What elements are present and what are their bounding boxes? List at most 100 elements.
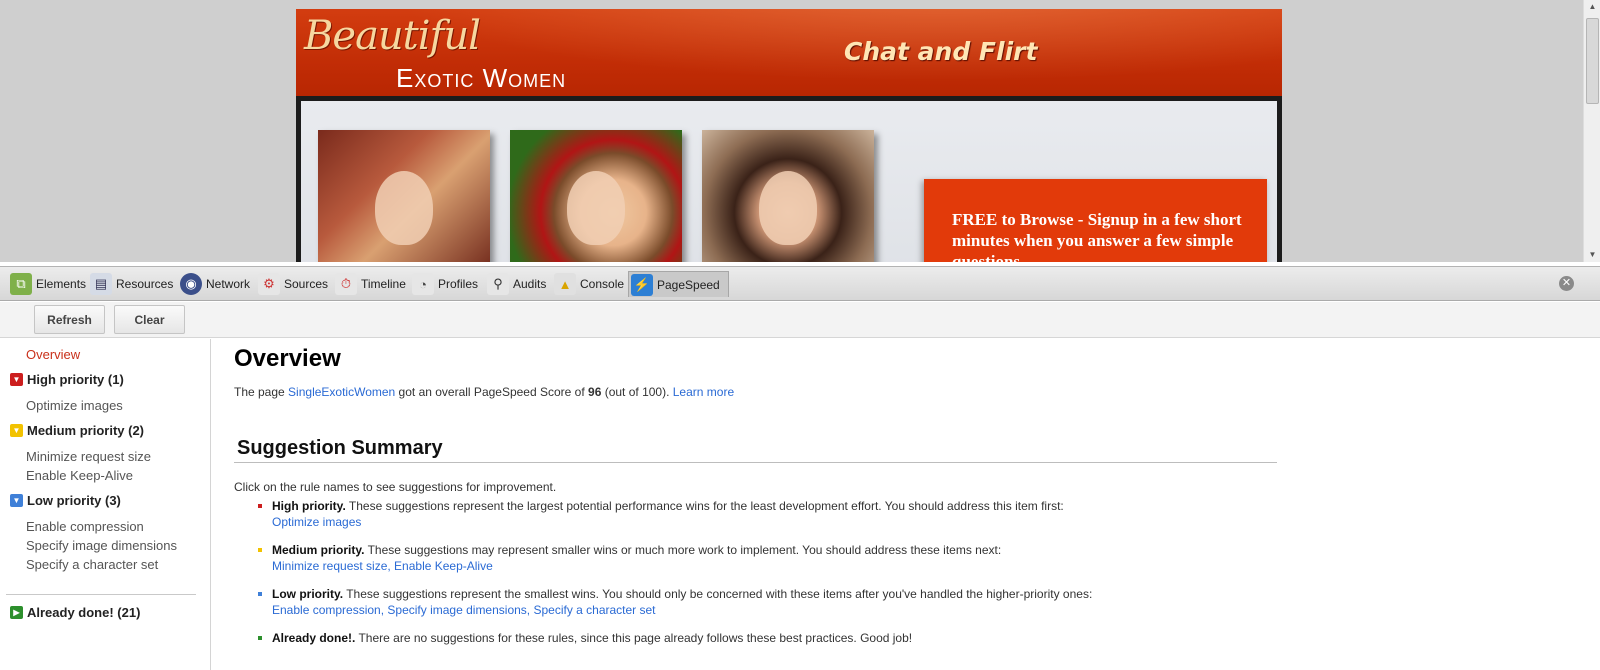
expand-icon: ▶ — [10, 606, 23, 619]
score-suffix: (out of 100). — [601, 385, 673, 399]
collapse-icon: ▼ — [10, 373, 23, 386]
site-content: FREE to Browse - Signup in a few short m… — [301, 101, 1277, 262]
scroll-down-icon[interactable]: ▼ — [1584, 248, 1600, 262]
collapse-icon: ▼ — [10, 424, 23, 437]
section-divider — [234, 462, 1277, 463]
bullet-icon — [258, 548, 262, 552]
suggestion-text: There are no suggestions for these rules… — [355, 631, 913, 645]
tab-label: Audits — [513, 277, 547, 291]
resources-icon: ▤ — [90, 273, 112, 295]
clear-button[interactable]: Clear — [114, 305, 185, 334]
suggestion-low: Low priority. These suggestions represen… — [258, 587, 1258, 617]
learn-more-link[interactable]: Learn more — [673, 385, 734, 399]
suggestion-label: High priority. — [272, 499, 346, 513]
suggestion-links[interactable]: Enable compression, Specify image dimens… — [272, 603, 1258, 617]
tab-elements[interactable]: ⧉ Elements — [8, 271, 86, 297]
bullet-icon — [258, 592, 262, 596]
sidebar-item-specify-image-dimensions[interactable]: Specify image dimensions — [26, 538, 177, 553]
logo-script[interactable]: Beautiful — [304, 13, 481, 59]
tagline: Chat and Flirt — [844, 37, 1038, 66]
section-title: Suggestion Summary — [237, 437, 443, 459]
sources-icon: ⚙ — [258, 273, 280, 295]
refresh-button[interactable]: Refresh — [34, 305, 105, 334]
suggestion-medium: Medium priority. These suggestions may r… — [258, 543, 1258, 573]
tab-label: Network — [206, 277, 251, 291]
elements-icon: ⧉ — [10, 273, 32, 295]
tab-label: PageSpeed — [657, 277, 720, 292]
site-body: FREE to Browse - Signup in a few short m… — [296, 96, 1282, 262]
score-summary: The page SingleExoticWomen got an overal… — [234, 385, 734, 399]
profile-photo-2[interactable] — [510, 130, 682, 262]
suggestion-label: Medium priority. — [272, 543, 365, 557]
signup-promo[interactable]: FREE to Browse - Signup in a few short m… — [924, 179, 1267, 262]
score-value: 96 — [588, 385, 602, 399]
audits-icon: ⚲ — [487, 273, 509, 295]
pagespeed-content: Overview The page SingleExoticWomen got … — [212, 339, 1600, 670]
devtools-toolbar: ⧉ Elements ▤ Resources ◉ Network ⚙ Sourc… — [0, 266, 1600, 301]
sidebar-item-minimize-request-size[interactable]: Minimize request size — [26, 449, 151, 464]
pagespeed-toolbar: Refresh Clear — [0, 302, 1600, 338]
profiles-icon: ◔ — [412, 273, 434, 295]
sidebar-item-enable-keep-alive[interactable]: Enable Keep-Alive — [26, 468, 133, 483]
rules-sidebar: Overview ▼ High priority (1) Optimize im… — [0, 339, 211, 670]
bullet-icon — [258, 504, 262, 508]
page-name-link[interactable]: SingleExoticWomen — [288, 385, 395, 399]
network-icon: ◉ — [180, 273, 202, 295]
tab-label: Elements — [36, 277, 87, 291]
sidebar-group-done[interactable]: ▶ Already done! (21) — [10, 605, 140, 620]
score-prefix: The page — [234, 385, 289, 399]
tab-label: Resources — [116, 277, 174, 291]
tab-resources[interactable]: ▤ Resources — [88, 271, 173, 297]
group-label: Already done! (21) — [27, 605, 141, 620]
logo-subtitle[interactable]: Exotic Women — [396, 63, 566, 94]
close-icon[interactable]: ✕ — [1559, 276, 1574, 291]
suggestion-done: Already done!. There are no suggestions … — [258, 631, 1258, 645]
tab-network[interactable]: ◉ Network — [178, 271, 250, 297]
sidebar-item-overview[interactable]: Overview — [26, 347, 80, 362]
sidebar-divider — [6, 594, 196, 595]
profile-photo-1[interactable] — [318, 130, 490, 262]
suggestion-text: These suggestions represent the largest … — [345, 499, 1064, 513]
website: Beautiful Exotic Women Chat and Flirt FR… — [296, 9, 1282, 262]
pagespeed-icon: ⚡ — [631, 273, 653, 296]
tab-pagespeed[interactable]: ⚡ PageSpeed — [628, 271, 729, 297]
score-middle: got an overall PageSpeed Score of — [395, 385, 589, 399]
promo-text: FREE to Browse - Signup in a few short m… — [952, 209, 1247, 262]
page-title: Overview — [234, 345, 341, 372]
suggestion-links[interactable]: Minimize request size, Enable Keep-Alive — [272, 559, 1258, 573]
tab-label: Sources — [284, 277, 329, 291]
suggestion-text: These suggestions represent the smallest… — [343, 587, 1093, 601]
sidebar-item-optimize-images[interactable]: Optimize images — [26, 398, 123, 413]
profile-photo-3[interactable] — [702, 130, 874, 262]
group-label: Medium priority (2) — [27, 423, 145, 438]
vertical-scrollbar[interactable]: ▲ ▼ — [1583, 0, 1600, 262]
sidebar-item-enable-compression[interactable]: Enable compression — [26, 519, 144, 534]
page-viewport: Beautiful Exotic Women Chat and Flirt FR… — [0, 0, 1600, 262]
group-label: Low priority (3) — [27, 493, 121, 508]
suggestion-links[interactable]: Optimize images — [272, 515, 1258, 529]
instructions-text: Click on the rule names to see suggestio… — [234, 480, 557, 494]
site-header: Beautiful Exotic Women Chat and Flirt — [296, 9, 1282, 97]
scroll-up-icon[interactable]: ▲ — [1584, 0, 1600, 14]
tab-profiles[interactable]: ◔ Profiles — [410, 271, 478, 297]
suggestion-high: High priority. These suggestions represe… — [258, 499, 1258, 529]
group-label: High priority (1) — [27, 372, 124, 387]
tab-label: Profiles — [438, 277, 479, 291]
tab-audits[interactable]: ⚲ Audits — [485, 271, 546, 297]
console-icon: ▲ — [554, 273, 576, 295]
sidebar-group-high[interactable]: ▼ High priority (1) — [10, 372, 124, 387]
bullet-icon — [258, 636, 262, 640]
sidebar-group-medium[interactable]: ▼ Medium priority (2) — [10, 423, 144, 438]
scrollbar-thumb[interactable] — [1586, 18, 1599, 104]
tab-console[interactable]: ▲ Console — [552, 271, 624, 297]
sidebar-group-low[interactable]: ▼ Low priority (3) — [10, 493, 121, 508]
collapse-icon: ▼ — [10, 494, 23, 507]
tab-timeline[interactable]: ⏱ Timeline — [333, 271, 406, 297]
suggestion-text: These suggestions may represent smaller … — [364, 543, 1002, 557]
sidebar-item-specify-character-set[interactable]: Specify a character set — [26, 557, 158, 572]
promo-lead: FREE to Browse - — [952, 210, 1088, 229]
timeline-icon: ⏱ — [335, 273, 357, 295]
tab-label: Console — [580, 277, 625, 291]
tab-sources[interactable]: ⚙ Sources — [256, 271, 328, 297]
suggestion-label: Low priority. — [272, 587, 344, 601]
